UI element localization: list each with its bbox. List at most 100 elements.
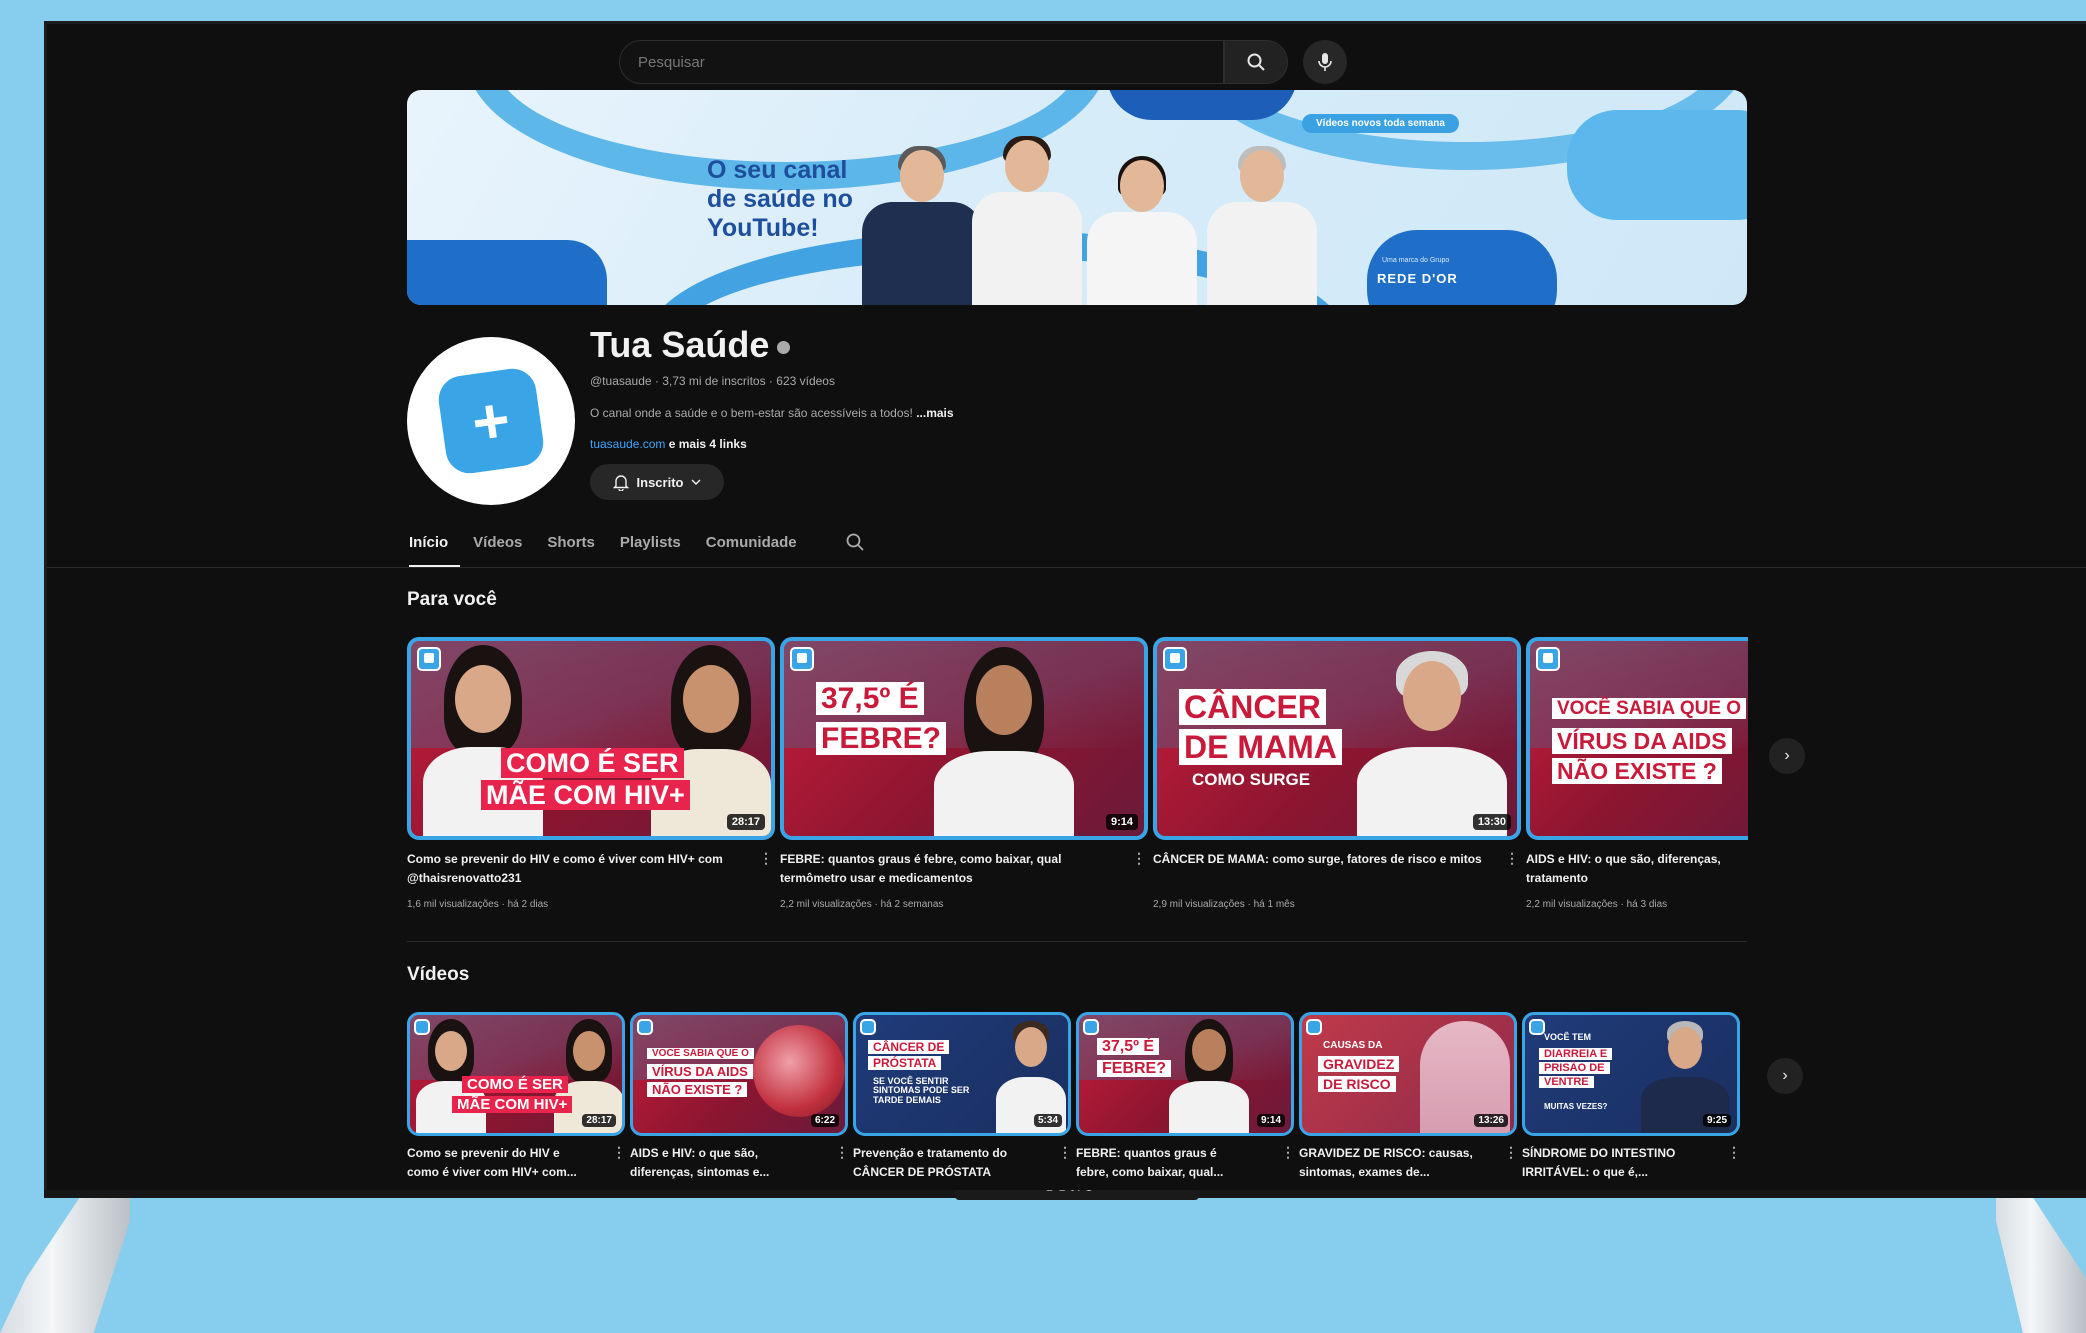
more-options-icon[interactable]: ⋮ (759, 850, 773, 867)
carousel-next-button[interactable]: › (1769, 738, 1805, 774)
more-options-icon[interactable]: ⋮ (1505, 850, 1519, 867)
video-duration: 5:34 (1033, 1114, 1062, 1127)
video-thumbnail[interactable]: 37,5º É FEBRE? 9:14 (1076, 1012, 1294, 1136)
tab-shorts[interactable]: Shorts (547, 534, 607, 568)
search-button[interactable] (1224, 40, 1288, 84)
video-meta: 2,2 mil visualizações · há 3 dias (1526, 899, 1668, 910)
more-options-icon[interactable]: ⋮ (835, 1144, 849, 1161)
search-input[interactable]: Pesquisar (619, 40, 1224, 84)
banner-person-3 (1087, 156, 1197, 305)
video-title[interactable]: SÍNDROME DO INTESTINO IRRITÁVEL: o que é,… (1522, 1144, 1717, 1182)
video-card[interactable]: VOCÊ SABIA QUE O VÍRUS DA AIDS NÃO EXIST… (1526, 637, 1748, 937)
channel-logo-icon (414, 1019, 430, 1035)
more-options-icon[interactable]: ⋮ (1281, 1144, 1295, 1161)
subscribed-button[interactable]: Inscrito (590, 464, 724, 500)
video-duration: 28:17 (582, 1114, 616, 1127)
chevron-down-icon (691, 479, 701, 485)
tab-inicio[interactable]: Início (409, 534, 461, 568)
more-options-icon[interactable]: ⋮ (1132, 850, 1146, 867)
banner-person-4 (1207, 146, 1317, 305)
video-thumbnail[interactable]: CAUSAS DA GRAVIDEZ DE RISCO 13:26 (1299, 1012, 1517, 1136)
banner-logo: REDE D'OR (1377, 271, 1458, 286)
video-duration: 6:22 (810, 1114, 839, 1127)
video-card[interactable]: 37,5º É FEBRE? 9:14 FEBRE: quantos graus… (780, 637, 1148, 937)
channel-avatar[interactable]: + (407, 337, 575, 505)
search-icon (846, 533, 864, 551)
voice-search-button[interactable] (1303, 40, 1347, 84)
banner-headline: O seu canal de saúde no YouTube! (707, 156, 853, 242)
youtube-channel-page: Pesquisar O seu canal de saúde no YouTub… (47, 24, 2086, 1190)
tv-stand-left (0, 1196, 130, 1333)
section-divider (407, 941, 1747, 942)
banner-person-1 (862, 146, 982, 305)
channel-links[interactable]: tuasaude.com e mais 4 links (590, 437, 747, 451)
tv-stand-right (1996, 1196, 2086, 1333)
channel-tabs: Início Vídeos Shorts Playlists Comunidad… (409, 534, 822, 568)
section-title-for-you: Para você (407, 589, 497, 610)
video-card[interactable]: CAUSAS DA GRAVIDEZ DE RISCO 13:26 GRAVID… (1299, 1012, 1518, 1190)
tab-comunidade[interactable]: Comunidade (706, 534, 809, 568)
plus-icon: + (435, 365, 547, 477)
channel-logo-icon (1306, 1019, 1322, 1035)
video-thumbnail[interactable]: VOCÊ SABIA QUE O VÍRUS DA AIDS NÃO EXIST… (630, 1012, 848, 1136)
video-meta: 2,2 mil visualizações · há 2 semanas (780, 899, 944, 910)
channel-logo-icon (1536, 647, 1560, 671)
video-meta: 2,9 mil visualizações · há 1 mês (1153, 899, 1295, 910)
video-duration: 9:14 (1256, 1114, 1285, 1127)
more-options-icon[interactable]: ⋮ (1727, 1144, 1741, 1161)
channel-logo-icon (1163, 647, 1187, 671)
more-options-icon[interactable]: ⋮ (612, 1144, 626, 1161)
video-card[interactable]: 37,5º É FEBRE? 9:14 FEBRE: quantos graus… (1076, 1012, 1295, 1190)
banner-person-2 (972, 136, 1082, 305)
video-thumbnail[interactable]: CÂNCER DE MAMA COMO SURGE 13:30 (1153, 637, 1521, 840)
channel-logo-icon (1083, 1019, 1099, 1035)
bell-icon (612, 474, 629, 491)
channel-logo-icon (637, 1019, 653, 1035)
video-duration: 13:26 (1474, 1114, 1508, 1127)
tab-playlists[interactable]: Playlists (620, 534, 693, 568)
video-thumbnail[interactable]: VOCÊ TEM DIARREIA E PRISÃO DE VENTRE MUI… (1522, 1012, 1740, 1136)
video-title[interactable]: GRAVIDEZ DE RISCO: causas, sintomas, exam… (1299, 1144, 1494, 1182)
channel-search-button[interactable] (845, 532, 865, 557)
video-title[interactable]: Prevenção e tratamento do CÂNCER DE PRÓST… (853, 1144, 1048, 1182)
video-title[interactable]: AIDS e HIV: o que são, diferenças, trata… (1526, 850, 1748, 888)
tabs-divider (47, 567, 2086, 568)
video-title[interactable]: AIDS e HIV: o que são, diferenças, sintom… (630, 1144, 825, 1182)
verified-icon (777, 340, 791, 354)
video-thumbnail[interactable]: COMO É SER MÃE COM HIV+ 28:17 (407, 1012, 625, 1136)
more-options-icon[interactable]: ⋮ (1058, 1144, 1072, 1161)
video-card[interactable]: VOCÊ SABIA QUE O VÍRUS DA AIDS NÃO EXIST… (630, 1012, 849, 1190)
video-duration: 9:25 (1702, 1114, 1731, 1127)
channel-meta: @tuasaude · 3,73 mi de inscritos · 623 v… (590, 374, 835, 388)
channel-banner: O seu canal de saúde no YouTube! Vídeos … (407, 90, 1747, 305)
video-card[interactable]: VOCÊ TEM DIARREIA E PRISÃO DE VENTRE MUI… (1522, 1012, 1741, 1190)
video-title[interactable]: FEBRE: quantos graus é febre, como baixa… (780, 850, 1115, 888)
video-title[interactable]: Como se prevenir do HIV e como é viver c… (407, 850, 742, 888)
tab-videos[interactable]: Vídeos (473, 534, 534, 568)
more-options-icon[interactable]: ⋮ (1504, 1144, 1518, 1161)
channel-logo-icon (417, 647, 441, 671)
video-title[interactable]: CÂNCER DE MAMA: como surge, fatores de r… (1153, 850, 1488, 869)
video-thumbnail[interactable]: COMO É SER MÃE COM HIV+ 28:17 (407, 637, 775, 840)
channel-logo-icon (860, 1019, 876, 1035)
channel-name: Tua Saúde (590, 324, 791, 366)
microphone-icon (1318, 53, 1332, 71)
video-meta: 1,6 mil visualizações · há 2 dias (407, 899, 549, 910)
channel-description[interactable]: O canal onde a saúde e o bem-estar são a… (590, 406, 954, 420)
video-card[interactable]: COMO É SER MÃE COM HIV+ 28:17 Como se pr… (407, 637, 775, 937)
video-title[interactable]: Como se prevenir do HIV e como é viver co… (407, 1144, 602, 1182)
banner-logo-caption: Uma marca do Grupo (1382, 257, 1450, 264)
carousel-next-button[interactable]: › (1767, 1058, 1803, 1094)
video-thumbnail[interactable]: VOCÊ SABIA QUE O VÍRUS DA AIDS NÃO EXIST… (1526, 637, 1748, 840)
video-card[interactable]: CÂNCER DE PRÓSTATA SE VOCÊ SENTIR SINTOM… (853, 1012, 1072, 1190)
video-title[interactable]: FEBRE: quantos graus é febre, como baixar… (1076, 1144, 1271, 1182)
video-thumbnail[interactable]: 37,5º É FEBRE? 9:14 (780, 637, 1148, 840)
video-duration: 13:30 (1472, 814, 1511, 830)
channel-logo-icon (790, 647, 814, 671)
video-card[interactable]: CÂNCER DE MAMA COMO SURGE 13:30 CÂNCER D… (1153, 637, 1521, 937)
chevron-right-icon: › (1782, 1067, 1788, 1084)
video-card[interactable]: COMO É SER MÃE COM HIV+ 28:17 Como se pr… (407, 1012, 626, 1190)
video-thumbnail[interactable]: CÂNCER DE PRÓSTATA SE VOCÊ SENTIR SINTOM… (853, 1012, 1071, 1136)
chevron-right-icon: › (1784, 747, 1790, 764)
video-duration: 9:14 (1105, 814, 1138, 830)
